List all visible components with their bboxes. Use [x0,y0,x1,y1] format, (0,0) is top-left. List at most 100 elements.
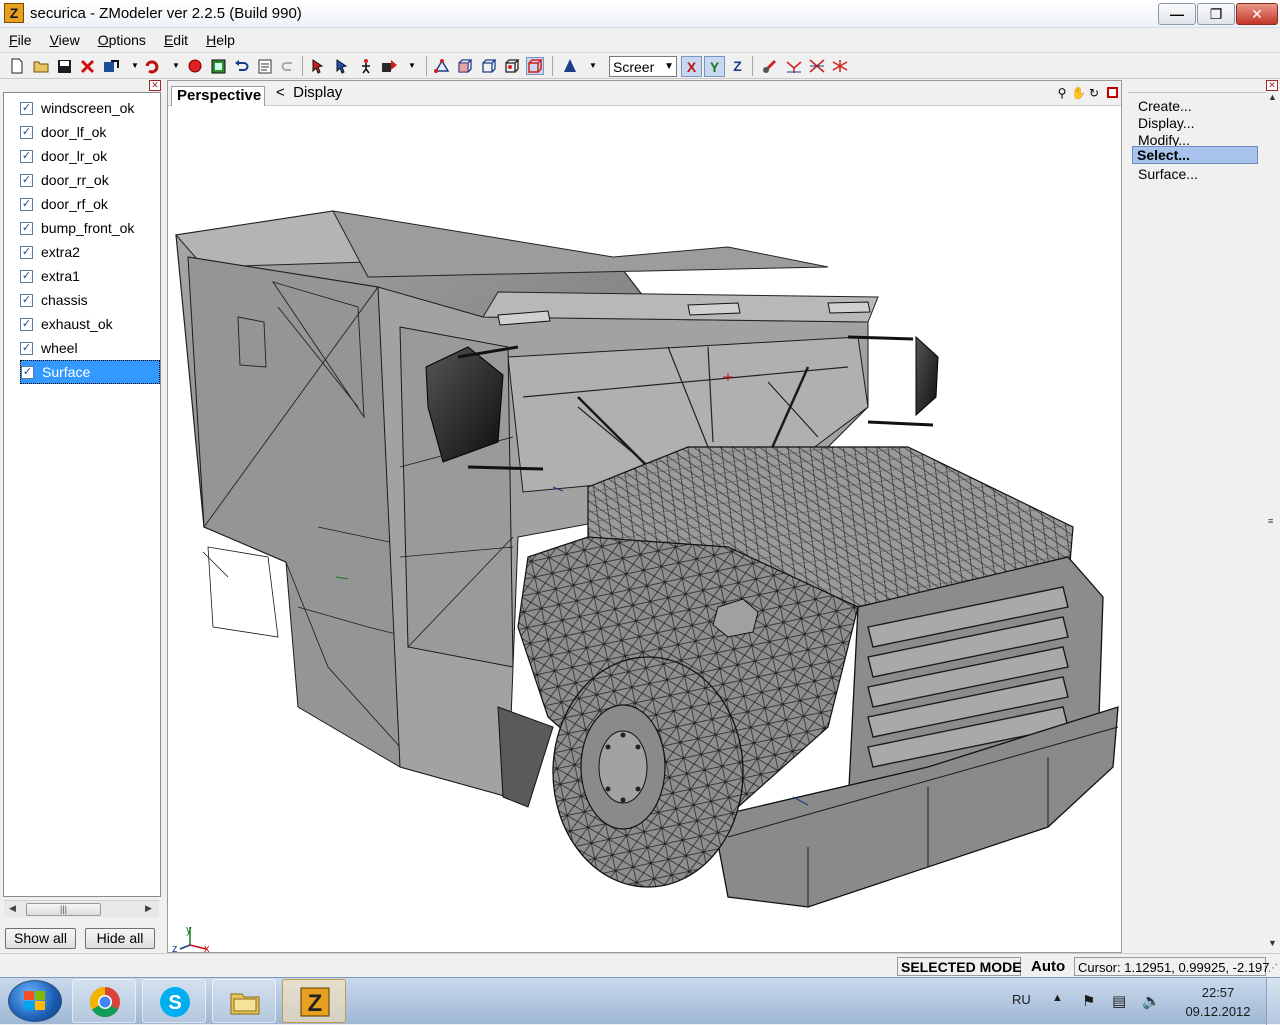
scroll-left-icon[interactable]: ◀ [9,903,16,914]
tool-dropdown-icon[interactable]: ▼ [408,61,416,71]
menu-edit[interactable]: Edit [155,32,197,48]
menu-view[interactable]: View [41,32,89,48]
select-tool-icon[interactable] [309,57,327,75]
checkbox[interactable]: ✓ [20,341,33,355]
scroll-thumb[interactable]: ||| [26,903,101,916]
open-file-icon[interactable] [32,57,50,75]
undo-icon[interactable] [232,57,250,75]
checkbox[interactable]: ✓ [20,293,33,307]
close-command-panel-icon[interactable]: ✕ [1266,80,1278,91]
weld-icon[interactable] [831,57,849,75]
list-item[interactable]: ✓ exhaust_ok [20,313,160,335]
texture-icon[interactable] [209,57,227,75]
zmodeler-app-icon[interactable]: Z [4,3,24,23]
list-item[interactable]: ✓ door_lr_ok [20,145,160,167]
system-clock[interactable]: 22:57 09.12.2012 [1178,983,1258,1021]
truck-3d-model[interactable] [168,107,1121,952]
list-item[interactable]: ✓ bump_front_ok [20,217,160,239]
object-list-hscroll[interactable]: ◀ ||| ▶ [4,900,159,917]
zoom-icon[interactable]: ⚲ [1055,86,1069,100]
coordinate-mode-select[interactable]: Screer ▼ [609,56,677,77]
menu-help[interactable]: Help [197,32,244,48]
checkbox[interactable]: ✓ [20,317,33,331]
show-hidden-icons-icon[interactable]: ▲ [1052,992,1063,1004]
volume-icon[interactable]: 🔈 [1142,992,1161,1010]
pivot-dropdown-icon[interactable]: ▼ [589,61,597,71]
cut-icon[interactable] [808,57,826,75]
list-item[interactable]: ✓ wheel [20,337,160,359]
start-button[interactable] [8,980,62,1022]
snap-icon[interactable] [761,57,779,75]
checkbox[interactable]: ✓ [20,149,33,163]
scroll-down-icon[interactable]: ▼ [1268,938,1277,948]
properties-icon[interactable] [256,57,274,75]
maximize-viewport-icon[interactable] [1107,87,1118,98]
action-center-flag-icon[interactable]: ⚑ [1082,992,1095,1010]
checkbox[interactable]: ✓ [20,197,33,211]
tab-perspective[interactable]: Perspective [171,86,265,106]
restore-button[interactable]: ❐ [1197,3,1235,25]
menu-options[interactable]: Options [89,32,155,48]
axis-x-toggle[interactable]: X [681,56,702,77]
command-display[interactable]: Display... [1138,115,1195,131]
command-surface[interactable]: Surface... [1138,166,1198,182]
scroll-thumb-icon[interactable]: ≡ [1268,516,1273,526]
checkbox[interactable]: ✓ [20,125,33,139]
axis-z-toggle[interactable]: Z [727,56,748,77]
pan-hand-icon[interactable]: ✋ [1071,86,1086,100]
undo-dropdown-icon[interactable]: ▼ [172,61,180,71]
perspective-viewport[interactable]: Perspective < Display ⚲ ✋ ↻ y z x [167,80,1122,955]
list-item[interactable]: ✓ door_rr_ok [20,169,160,191]
redo-icon[interactable] [279,57,297,75]
vertex-mode-icon[interactable] [433,57,451,75]
network-icon[interactable]: ▤ [1112,992,1126,1010]
resize-grip-icon[interactable]: ⋰ [1268,959,1278,978]
input-language[interactable]: RU [1012,992,1031,1007]
object-mode-icon[interactable] [480,57,498,75]
import-icon[interactable] [102,57,120,75]
list-item[interactable]: ✓ extra1 [20,265,160,287]
menu-file[interactable]: File [0,32,41,48]
display-breadcrumb[interactable]: < Display [276,84,342,101]
new-file-icon[interactable] [8,57,26,75]
taskbar-skype[interactable]: S [142,979,206,1023]
show-all-button[interactable]: Show all [5,928,76,949]
close-objects-panel-icon[interactable]: ✕ [149,80,161,91]
rotate-tool-icon[interactable] [381,57,399,75]
taskbar-explorer[interactable] [212,979,276,1023]
list-item[interactable]: ✓ door_rf_ok [20,193,160,215]
scroll-up-icon[interactable]: ▲ [1268,92,1277,102]
hide-all-button[interactable]: Hide all [85,928,155,949]
taskbar-chrome[interactable] [72,979,136,1023]
surface-mode-icon[interactable] [526,57,544,75]
snap-mode-status[interactable]: Auto [1028,957,1072,976]
delete-icon[interactable] [78,57,96,75]
command-create[interactable]: Create... [1138,98,1192,114]
scroll-right-icon[interactable]: ▶ [145,903,152,914]
checkbox[interactable]: ✓ [20,221,33,235]
axis-y-toggle[interactable]: Y [704,56,725,77]
checkbox[interactable]: ✓ [20,269,33,283]
checkbox[interactable]: ✓ [20,173,33,187]
checkbox[interactable]: ✓ [20,245,33,259]
checkbox[interactable]: ✓ [20,101,33,115]
pivot-icon[interactable] [561,57,579,75]
mirror-icon[interactable] [785,57,803,75]
face-mode-icon[interactable] [456,57,474,75]
select-add-icon[interactable] [333,57,351,75]
list-item-selected[interactable]: ✓ Surface [20,360,160,384]
undo-history-icon[interactable] [143,57,161,75]
rotate-view-icon[interactable]: ↻ [1087,86,1101,100]
list-item[interactable]: ✓ chassis [20,289,160,311]
import-dropdown-icon[interactable]: ▼ [131,61,139,71]
list-item[interactable]: ✓ door_lf_ok [20,121,160,143]
taskbar-zmodeler[interactable]: Z [282,979,346,1023]
close-button[interactable]: ✕ [1236,3,1278,25]
command-select[interactable]: Select... [1132,146,1258,164]
save-icon[interactable] [55,57,73,75]
group-mode-icon[interactable] [503,57,521,75]
command-panel-vscroll[interactable]: ▲ ≡ ▼ [1266,92,1280,952]
checkbox[interactable]: ✓ [21,365,34,379]
move-tool-icon[interactable] [357,57,375,75]
list-item[interactable]: ✓ extra2 [20,241,160,263]
